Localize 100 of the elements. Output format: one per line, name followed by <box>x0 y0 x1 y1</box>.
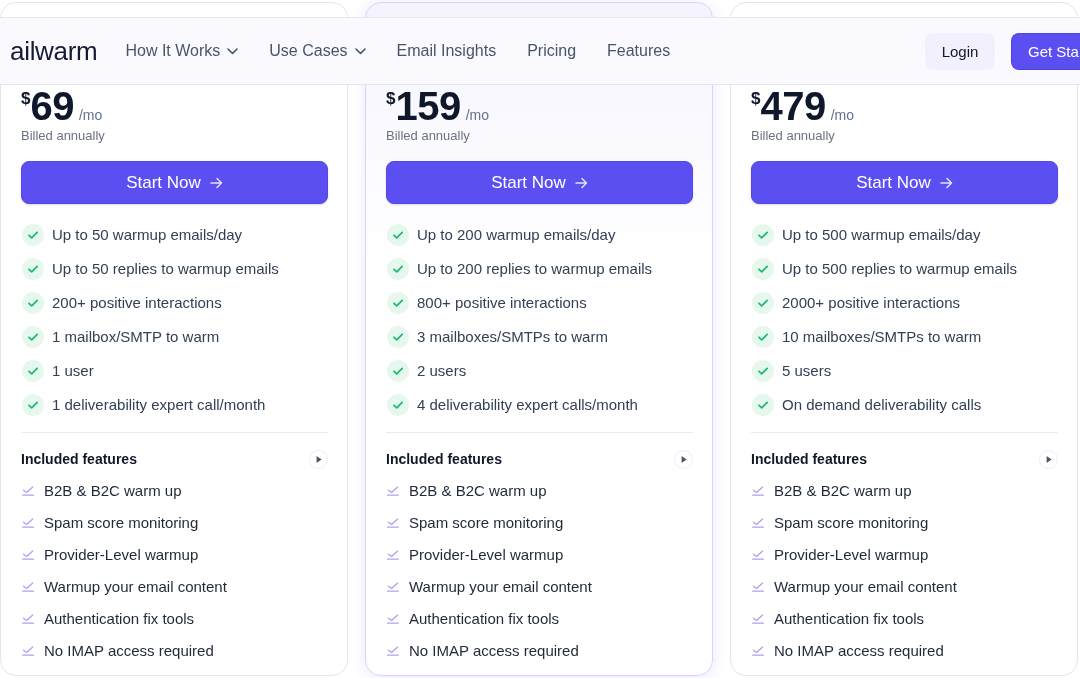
arrow-right-icon <box>574 176 588 189</box>
get-started-button[interactable]: Get Sta <box>1011 32 1080 70</box>
check-circle-icon <box>752 326 774 348</box>
plan-limit-text: Up to 500 replies to warmup emails <box>782 259 1018 279</box>
plan-limit-text: Up to 500 warmup emails/day <box>782 225 981 245</box>
plan-limit-text: 3 mailboxes/SMTPs to warm <box>417 327 608 347</box>
nav-link[interactable]: How It Works <box>125 42 239 60</box>
login-button[interactable]: Login <box>925 32 995 70</box>
nav-link[interactable]: Use Cases <box>269 42 366 60</box>
included-features-title: Included features <box>751 451 867 467</box>
check-circle-icon <box>387 224 409 246</box>
caret-icon <box>227 47 239 55</box>
nav-link[interactable]: Features <box>607 42 671 60</box>
included-feature-text: B2B & B2C warm up <box>409 481 547 501</box>
play-icon[interactable] <box>674 449 693 469</box>
check-line-icon <box>752 614 764 624</box>
included-feature-text: Spam score monitoring <box>409 513 564 533</box>
included-feature-text: Warmup your email content <box>774 577 957 597</box>
plan-limit-text: 10 mailboxes/SMTPs to warm <box>782 327 982 347</box>
nav-link[interactable]: Email Insights <box>396 42 497 60</box>
play-icon[interactable] <box>1039 449 1058 469</box>
check-circle-icon <box>22 326 44 348</box>
start-now-button[interactable]: Start Now <box>21 161 328 204</box>
included-feature-text: Provider-Level warmup <box>44 545 199 565</box>
included-feature-text: Authentication fix tools <box>409 609 560 629</box>
included-feature-text: Authentication fix tools <box>774 609 925 629</box>
check-line-icon <box>22 614 34 624</box>
price-amount: 159 <box>395 86 461 126</box>
check-line-icon <box>387 518 399 528</box>
check-circle-icon <box>752 394 774 416</box>
included-features-title: Included features <box>21 451 137 467</box>
check-line-icon <box>387 486 399 496</box>
caret-icon <box>354 47 366 55</box>
check-line-icon <box>387 646 399 656</box>
included-feature-text: B2B & B2C warm up <box>774 481 912 501</box>
included-feature-text: Authentication fix tools <box>44 609 195 629</box>
check-line-icon <box>22 646 34 656</box>
check-circle-icon <box>752 224 774 246</box>
check-circle-icon <box>22 224 44 246</box>
check-circle-icon <box>387 258 409 280</box>
check-circle-icon <box>752 258 774 280</box>
price-period: /mo <box>78 107 103 123</box>
check-line-icon <box>387 550 399 560</box>
included-feature-text: Spam score monitoring <box>44 513 199 533</box>
check-circle-icon <box>22 394 44 416</box>
included-feature-text: No IMAP access required <box>409 641 579 661</box>
plan-limit-text: On demand deliverability calls <box>782 395 982 415</box>
plan-limit-text: 1 deliverability expert call/month <box>52 395 266 415</box>
check-line-icon <box>752 518 764 528</box>
plan-limit-text: Up to 200 warmup emails/day <box>417 225 616 245</box>
included-feature-text: Provider-Level warmup <box>774 545 929 565</box>
billing-note: Billed annually <box>751 127 835 145</box>
plan-limit-text: Up to 50 warmup emails/day <box>52 225 243 245</box>
included-feature-text: B2B & B2C warm up <box>44 481 182 501</box>
billing-note: Billed annually <box>386 127 470 145</box>
price-amount: 69 <box>30 86 74 126</box>
check-line-icon <box>752 646 764 656</box>
check-circle-icon <box>387 360 409 382</box>
plan-limit-text: 4 deliverability expert calls/month <box>417 395 638 415</box>
check-circle-icon <box>387 326 409 348</box>
start-now-button[interactable]: Start Now <box>751 161 1058 204</box>
play-icon[interactable] <box>309 449 328 469</box>
check-line-icon <box>22 518 34 528</box>
logo-wordmark[interactable]: ailwarm <box>10 35 98 67</box>
plan-limit-text: 1 user <box>52 361 94 381</box>
start-now-button[interactable]: Start Now <box>386 161 693 204</box>
currency-symbol: $ <box>21 90 31 107</box>
included-feature-text: Warmup your email content <box>409 577 592 597</box>
plan-limit-text: 1 mailbox/SMTP to warm <box>52 327 220 347</box>
plan-limit-text: 2000+ positive interactions <box>782 293 961 313</box>
included-feature-text: No IMAP access required <box>44 641 214 661</box>
arrow-right-icon <box>939 176 953 189</box>
plan-limit-text: 800+ positive interactions <box>417 293 587 313</box>
included-feature-text: Spam score monitoring <box>774 513 929 533</box>
currency-symbol: $ <box>386 90 396 107</box>
check-line-icon <box>22 486 34 496</box>
plan-limit-text: 2 users <box>417 361 467 381</box>
check-circle-icon <box>22 292 44 314</box>
check-line-icon <box>387 582 399 592</box>
check-circle-icon <box>22 258 44 280</box>
plan-limit-text: 200+ positive interactions <box>52 293 222 313</box>
check-line-icon <box>752 550 764 560</box>
plan-limit-text: Up to 200 replies to warmup emails <box>417 259 653 279</box>
check-line-icon <box>22 550 34 560</box>
price-amount: 479 <box>760 86 826 126</box>
price-period: /mo <box>465 107 490 123</box>
check-circle-icon <box>387 394 409 416</box>
arrow-right-icon <box>209 176 223 189</box>
currency-symbol: $ <box>751 90 761 107</box>
included-feature-text: No IMAP access required <box>774 641 944 661</box>
nav-link[interactable]: Pricing <box>527 42 577 60</box>
check-circle-icon <box>22 360 44 382</box>
plan-limit-text: 5 users <box>782 361 832 381</box>
plan-limit-text: Up to 50 replies to warmup emails <box>52 259 279 279</box>
included-feature-text: Provider-Level warmup <box>409 545 564 565</box>
billing-note: Billed annually <box>21 127 105 145</box>
check-line-icon <box>387 614 399 624</box>
check-circle-icon <box>752 360 774 382</box>
included-feature-text: Warmup your email content <box>44 577 227 597</box>
price-period: /mo <box>830 107 855 123</box>
